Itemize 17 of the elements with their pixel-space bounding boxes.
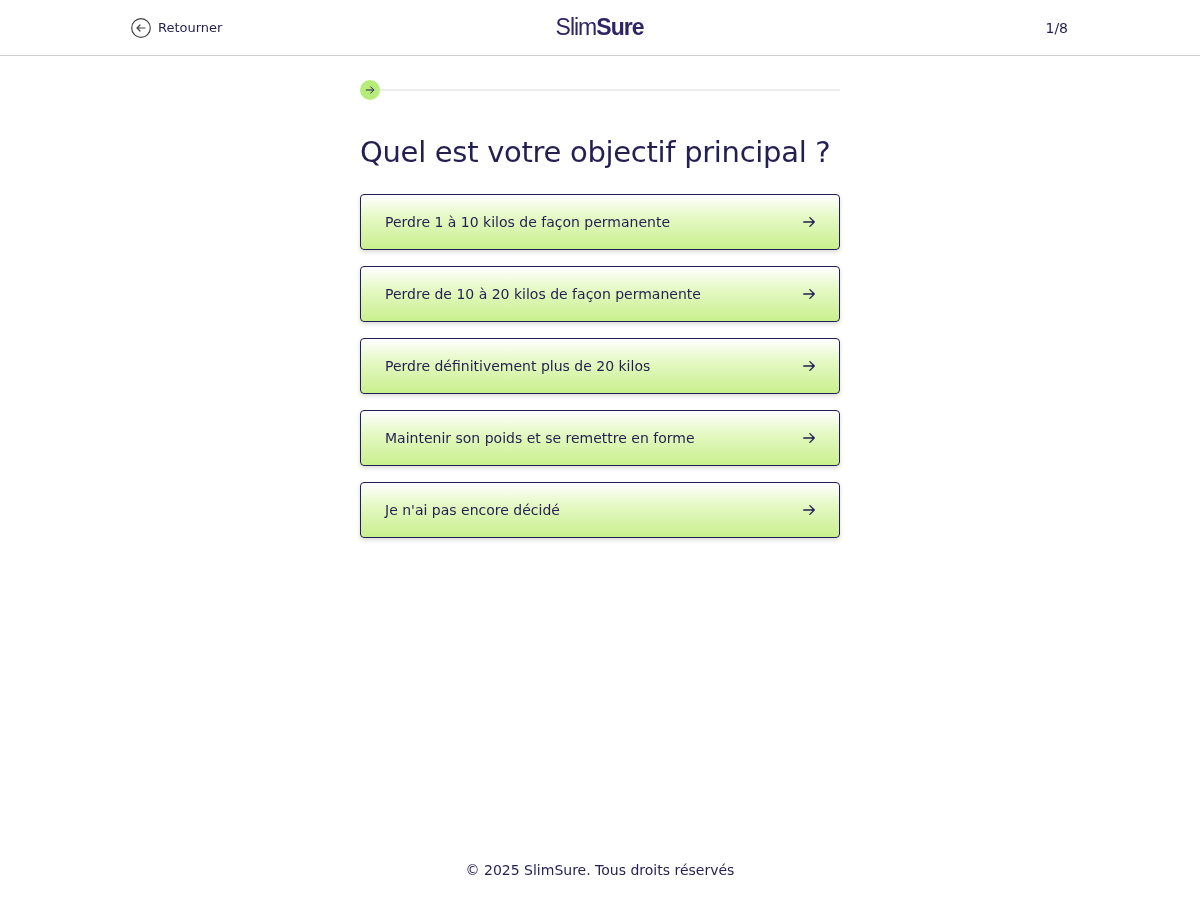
back-link[interactable]: Retourner	[131, 17, 251, 38]
question-title: Quel est votre objectif principal ?	[360, 135, 832, 169]
logo: SlimSure	[555, 14, 644, 41]
answer-option[interactable]: Perdre de 10 à 20 kilos de façon permanente	[360, 266, 840, 322]
arrow-icon	[802, 431, 816, 445]
answer-option[interactable]: Je n'ai pas encore décidé	[360, 482, 840, 538]
copyright-text: © 2025 SlimSure. Tous droits réservés	[464, 862, 736, 880]
arrow-icon	[802, 503, 816, 517]
arrow-icon	[802, 215, 816, 229]
arrow-icon	[802, 359, 816, 373]
back-icon	[131, 17, 151, 38]
step-counter: 1/8	[1044, 19, 1069, 36]
arrow-icon	[802, 287, 816, 301]
answer-option[interactable]: Perdre 1 à 10 kilos de façon permanente	[360, 194, 840, 250]
arrow-icon	[365, 85, 375, 95]
answer-option[interactable]: Maintenir son poids et se remettre en forme	[360, 410, 840, 466]
answer-option[interactable]: Perdre définitivement plus de 20 kilos	[360, 338, 840, 394]
